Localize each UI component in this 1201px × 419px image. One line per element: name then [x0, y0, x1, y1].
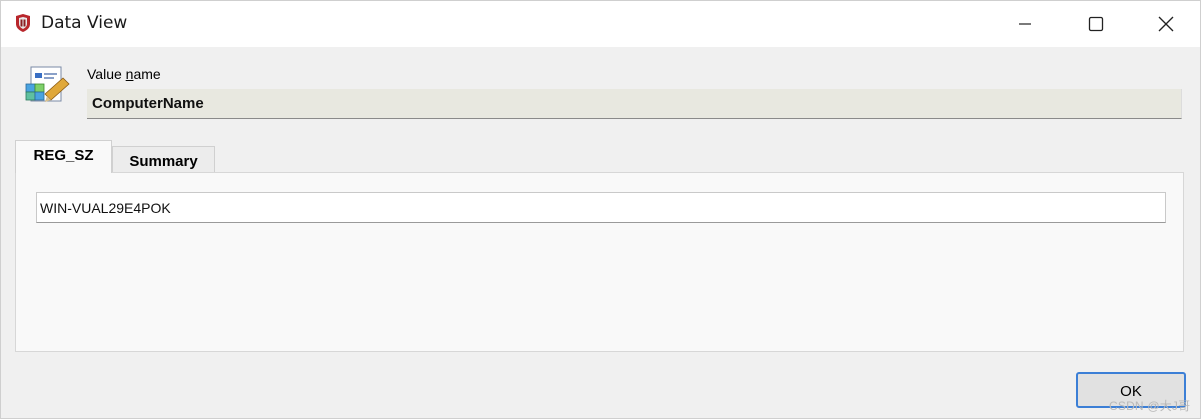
value-name-field[interactable]: ComputerName — [87, 89, 1182, 119]
close-icon — [1158, 16, 1174, 32]
maximize-button[interactable] — [1061, 1, 1131, 47]
tab-label: REG_SZ — [33, 146, 94, 164]
maximize-icon — [1088, 16, 1104, 32]
tab-label: Summary — [129, 152, 198, 170]
minimize-icon — [1019, 23, 1031, 25]
data-view-window: Data View Value name ComputerName REG_SZ… — [0, 0, 1201, 419]
title-bar[interactable]: Data View — [1, 1, 1200, 47]
string-value-field[interactable]: WIN-VUAL29E4POK — [36, 192, 1166, 223]
registry-app-icon — [14, 13, 32, 33]
close-button[interactable] — [1131, 1, 1201, 47]
tab-reg-sz[interactable]: REG_SZ — [15, 140, 112, 173]
minimize-button[interactable] — [990, 1, 1060, 47]
watermark: CSDN @大J哥 — [1109, 399, 1191, 413]
window-title: Data View — [41, 13, 128, 33]
registry-value-icon — [23, 64, 75, 112]
tab-summary[interactable]: Summary — [112, 146, 215, 173]
value-name-label: Value name — [87, 66, 161, 82]
